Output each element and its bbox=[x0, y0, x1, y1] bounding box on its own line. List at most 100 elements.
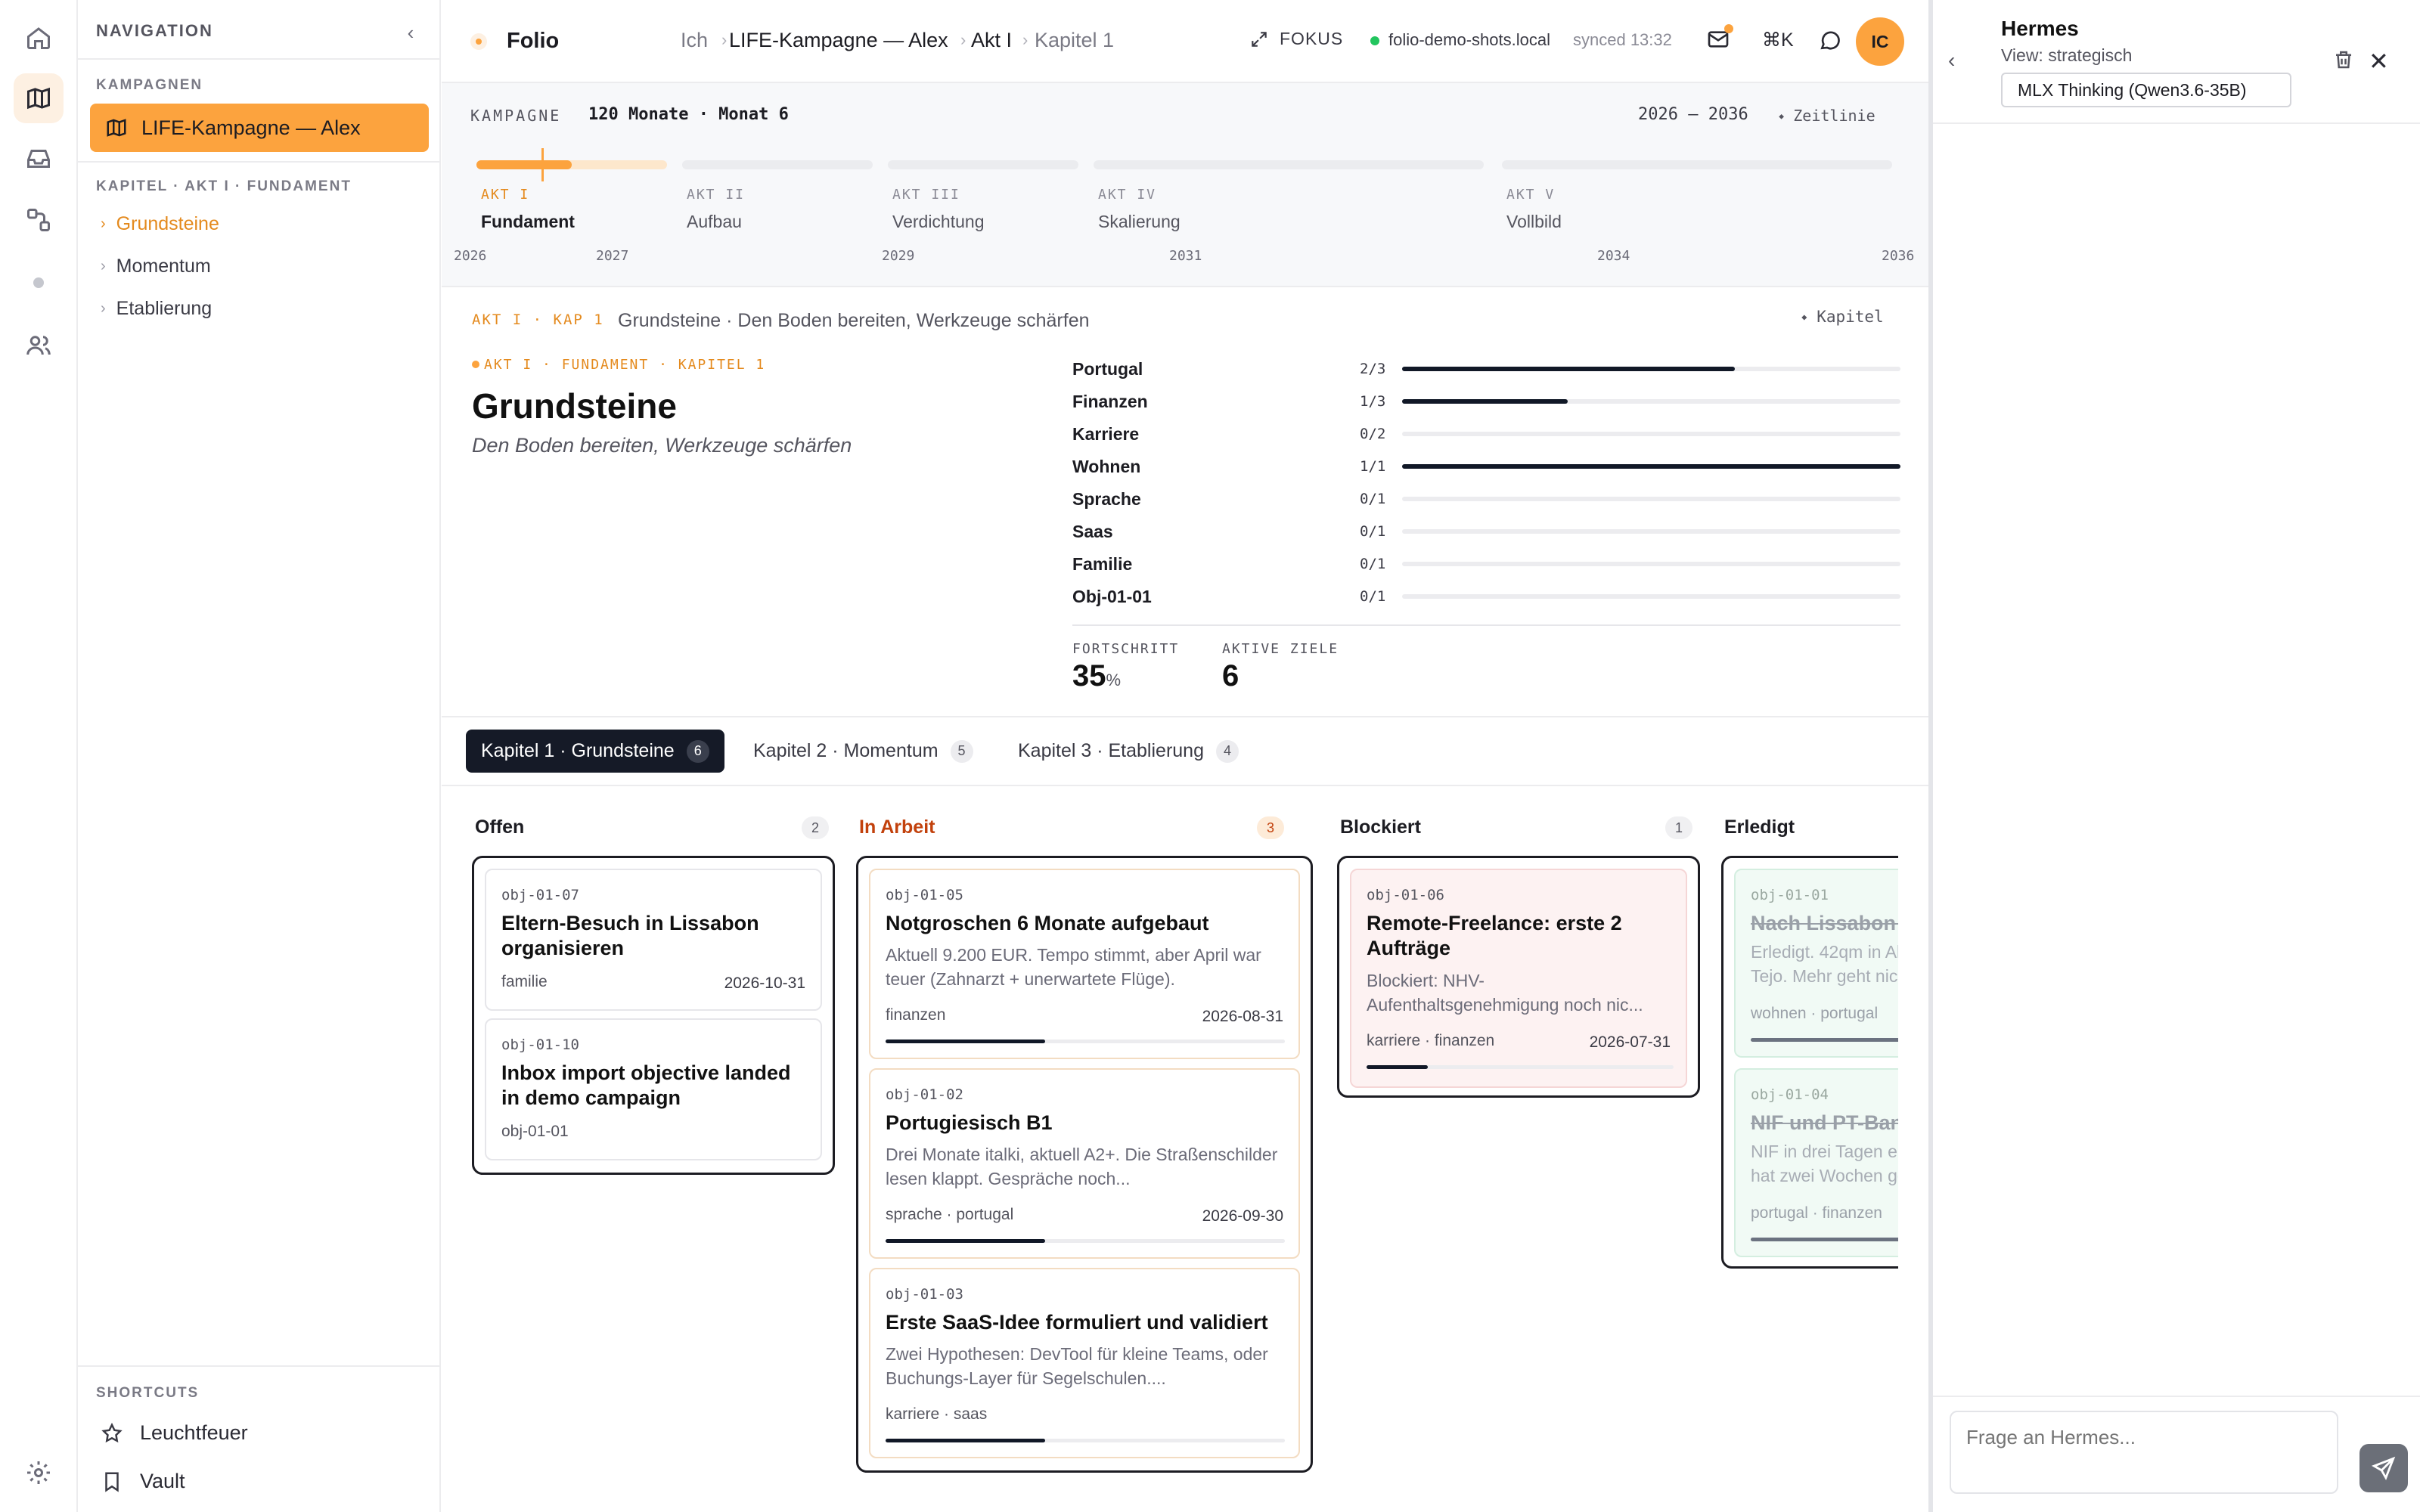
progress-value: 35% bbox=[1072, 659, 1121, 693]
trash-icon[interactable] bbox=[2332, 48, 2355, 71]
card-description: Zwei Hypothesen: DevTool für kleine Team… bbox=[886, 1344, 1268, 1388]
card-date: 2026-09-30 bbox=[1202, 1207, 1283, 1225]
area-count: 0/1 bbox=[1360, 491, 1386, 507]
timeline-link[interactable]: ⬩ Zeitlinie bbox=[1779, 107, 1876, 125]
column-blockiert: obj-01-06 Remote-Freelance: erste 2 Auft… bbox=[1337, 856, 1700, 1098]
chat-view: View: strategisch bbox=[2001, 45, 2133, 65]
users-icon[interactable] bbox=[14, 321, 64, 370]
chapter-kicker: AKT I · KAP 1 bbox=[472, 311, 604, 328]
card-title: Remote-Freelance: erste 2 Aufträge bbox=[1367, 912, 1622, 959]
tab-label: Kapitel 1 · Grundsteine bbox=[481, 740, 675, 761]
inbox-icon[interactable] bbox=[14, 134, 64, 184]
settings-icon[interactable] bbox=[14, 1448, 64, 1498]
card-title: Notgroschen 6 Monate aufgebaut bbox=[886, 912, 1209, 934]
shortcut-vault[interactable]: Vault bbox=[101, 1470, 185, 1493]
breadcrumb-separator: › bbox=[1022, 30, 1028, 49]
area-fill bbox=[1402, 399, 1568, 404]
act-segment-5[interactable] bbox=[1502, 160, 1892, 169]
objective-card[interactable]: obj-01-04 NIF und PT-Bankkonto NIF in dr… bbox=[1734, 1068, 1898, 1257]
area-name: Obj-01-01 bbox=[1072, 587, 1152, 606]
breadcrumb-act[interactable]: Akt I bbox=[971, 29, 1012, 52]
objective-card[interactable]: obj-01-07 Eltern-Besuch in Lissabon orga… bbox=[485, 869, 822, 1011]
command-palette-button[interactable]: ⌘K bbox=[1762, 29, 1794, 51]
workflow-icon[interactable] bbox=[14, 195, 64, 245]
map-icon[interactable] bbox=[14, 73, 64, 123]
card-tags: obj-01-01 bbox=[501, 1123, 569, 1140]
avatar[interactable]: IC bbox=[1856, 17, 1904, 66]
card-progress-bar bbox=[886, 1040, 1285, 1043]
current-month-marker bbox=[541, 148, 544, 181]
card-description: Erledigt. 42qm in Alfama, Blick auf den … bbox=[1751, 942, 1898, 986]
act-code: AKT II bbox=[687, 187, 746, 203]
card-tags: sprache · portugal bbox=[886, 1206, 1014, 1223]
act-segment-2[interactable] bbox=[682, 160, 873, 169]
card-title: Eltern-Besuch in Lissabon organisieren bbox=[501, 912, 759, 959]
breadcrumb-chapter[interactable]: Kapitel 1 bbox=[1035, 29, 1114, 52]
divider bbox=[78, 1365, 441, 1367]
act-segment-4[interactable] bbox=[1094, 160, 1484, 169]
kanban-board: Offen 2 obj-01-07 Eltern-Besuch in Lissa… bbox=[442, 786, 1898, 1512]
area-track bbox=[1402, 562, 1900, 566]
card-progress-fill bbox=[886, 1040, 1046, 1043]
chapter-item-momentum[interactable]: › Momentum bbox=[101, 256, 211, 277]
card-date: 2026-10-31 bbox=[724, 974, 805, 992]
act-code: AKT III bbox=[892, 187, 960, 203]
close-icon[interactable]: ✕ bbox=[2369, 47, 2389, 76]
mail-icon[interactable] bbox=[1706, 24, 1733, 53]
card-description: Blockiert: NHV-Aufenthaltsgenehmigung no… bbox=[1367, 971, 1643, 1015]
send-button[interactable] bbox=[2360, 1444, 2408, 1492]
act-name: Verdichtung bbox=[892, 212, 985, 231]
breadcrumb-ich[interactable]: Ich bbox=[681, 29, 708, 52]
shortcut-label: Leuchtfeuer bbox=[140, 1421, 248, 1444]
chapter-item-etablierung[interactable]: › Etablierung bbox=[101, 298, 212, 320]
shortcut-label: Vault bbox=[140, 1470, 185, 1492]
chapter-item-grundsteine[interactable]: › Grundsteine bbox=[101, 213, 219, 235]
chapter-kicker-title: Grundsteine · Den Boden bereiten, Werkze… bbox=[618, 310, 1090, 331]
tab-kapitel-1[interactable]: Kapitel 1 · Grundsteine 6 bbox=[466, 730, 724, 773]
card-progress-fill bbox=[886, 1239, 1046, 1243]
area-row: Obj-01-01 0/1 bbox=[1072, 587, 1900, 606]
area-count: 0/1 bbox=[1360, 556, 1386, 572]
card-id: obj-01-01 bbox=[1751, 887, 1829, 903]
card-id: obj-01-10 bbox=[501, 1036, 579, 1053]
chat-icon[interactable] bbox=[1818, 28, 1844, 54]
collapse-chevron-icon[interactable]: ‹ bbox=[399, 21, 422, 44]
area-count: 1/3 bbox=[1360, 393, 1386, 410]
column-title: Offen bbox=[475, 816, 525, 838]
objective-card[interactable]: obj-01-03 Erste SaaS-Idee formuliert und… bbox=[869, 1268, 1300, 1458]
icon-rail bbox=[0, 0, 78, 1512]
act-segment-1[interactable] bbox=[476, 160, 667, 169]
model-select[interactable]: MLX Thinking (Qwen3.6-35B) bbox=[2001, 73, 2291, 107]
shortcut-leuchtfeuer[interactable]: Leuchtfeuer bbox=[101, 1421, 248, 1445]
objective-card[interactable]: obj-01-10 Inbox import objective landed … bbox=[485, 1018, 822, 1160]
divider bbox=[1933, 1396, 2420, 1397]
act-code: AKT V bbox=[1506, 187, 1556, 203]
card-id: obj-01-03 bbox=[886, 1286, 963, 1303]
kapitel-link[interactable]: ⬩ Kapitel bbox=[1801, 308, 1884, 327]
send-icon bbox=[2371, 1456, 2396, 1481]
tab-kapitel-3[interactable]: Kapitel 3 · Etablierung 4 bbox=[1003, 730, 1254, 773]
objective-card[interactable]: obj-01-01 Nach Lissabon gezogen Erledigt… bbox=[1734, 869, 1898, 1058]
breadcrumb-campaign[interactable]: LIFE-Kampagne — Alex bbox=[729, 29, 948, 52]
area-count: 2/3 bbox=[1360, 361, 1386, 377]
act-segment-3[interactable] bbox=[888, 160, 1078, 169]
card-description: Drei Monate italki, aktuell A2+. Die Str… bbox=[886, 1145, 1278, 1188]
card-tags: karriere · finanzen bbox=[1367, 1032, 1495, 1049]
chat-input[interactable] bbox=[1950, 1411, 2338, 1494]
objective-card[interactable]: obj-01-05 Notgroschen 6 Monate aufgebaut… bbox=[869, 869, 1300, 1059]
campaign-range: 2026 — 2036 bbox=[1638, 105, 1748, 124]
tab-kapitel-2[interactable]: Kapitel 2 · Momentum 5 bbox=[738, 730, 988, 773]
objective-card[interactable]: obj-01-02 Portugiesisch B1 Drei Monate i… bbox=[869, 1068, 1300, 1259]
sync-status-dot bbox=[1370, 36, 1379, 45]
objective-card[interactable]: obj-01-06 Remote-Freelance: erste 2 Auft… bbox=[1350, 869, 1687, 1088]
focus-button[interactable]: FOKUS bbox=[1249, 29, 1343, 49]
home-icon[interactable] bbox=[14, 13, 64, 63]
breadcrumb-separator: › bbox=[721, 30, 728, 49]
campaign-item[interactable]: LIFE-Kampagne — Alex bbox=[90, 104, 429, 152]
card-progress-fill bbox=[1751, 1038, 1898, 1042]
column-count: 2 bbox=[802, 816, 829, 839]
card-progress-bar bbox=[1367, 1065, 1674, 1069]
year-tick: 2026 bbox=[454, 248, 487, 264]
chevron-left-icon[interactable]: ‹ bbox=[1948, 48, 1955, 73]
card-title: Erste SaaS-Idee formuliert und validiert bbox=[886, 1311, 1268, 1334]
